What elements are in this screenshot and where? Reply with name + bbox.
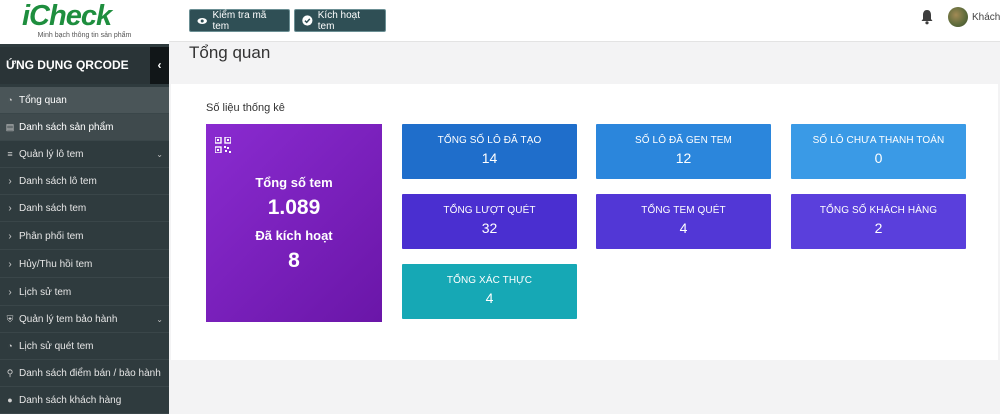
activated-label: Đã kích hoạt — [255, 228, 333, 243]
sidebar-item-danh-sach-san-pham[interactable]: ▤ Danh sách sản phẩm — [0, 114, 169, 141]
sidebar-item-label: Danh sách sản phẩm — [19, 121, 114, 133]
list-icon: ≡ — [7, 149, 13, 159]
sidebar-item-danh-sach-khach-hang[interactable]: ● Danh sách khách hàng — [0, 387, 169, 414]
stat-card-label: TỔNG LƯỢT QUÉT — [443, 205, 536, 216]
collapse-sidebar-button[interactable]: ‹ — [150, 47, 169, 84]
logo-tagline: Minh bạch thông tin sản phẩm — [37, 32, 132, 39]
sidebar-item-phan-phoi-tem[interactable]: › Phân phối tem — [0, 223, 169, 250]
sidebar-item-danh-sach-diem-ban[interactable]: ⚲ Danh sách điểm bán / bảo hành — [0, 360, 169, 387]
stat-card-value: 12 — [675, 150, 692, 166]
stat-card-label: TỔNG SỐ KHÁCH HÀNG — [819, 205, 938, 216]
sidebar-item-label: Lịch sử tem — [19, 286, 72, 298]
user-name[interactable]: Khách — [972, 12, 1000, 23]
check-stamp-button[interactable]: Kiểm tra mã tem — [189, 9, 290, 32]
stat-card-value: 2 — [874, 220, 883, 236]
qrcode-icon — [215, 137, 231, 153]
app-title-bar: ỨNG DỤNG QRCODE ‹ — [0, 47, 169, 84]
sidebar-item-label: Phân phối tem — [19, 230, 84, 242]
shield-icon: ⛨ — [6, 313, 14, 324]
check-stamp-label: Kiểm tra mã tem — [212, 9, 267, 32]
stat-card-tong-luot-quet: TỔNG LƯỢT QUÉT 32 — [402, 194, 577, 249]
stat-card-label: TỔNG XÁC THỰC — [446, 275, 533, 286]
check-circle-icon — [302, 15, 313, 26]
stat-card-tong-tem-quet: TỔNG TEM QUÉT 4 — [596, 194, 771, 249]
sidebar-item-label: Danh sách lô tem — [19, 175, 97, 187]
stat-card-label: SỐ LÔ ĐÃ GEN TEM — [635, 135, 732, 146]
users-icon: ● — [7, 395, 13, 405]
stat-card-tong-xac-thuc: TỔNG XÁC THỰC 4 — [402, 264, 577, 319]
sidebar-item-danh-sach-tem[interactable]: › Danh sách tem — [0, 195, 169, 222]
stat-card-so-lo-gen-tem: SỐ LÔ ĐÃ GEN TEM 12 — [596, 124, 771, 179]
app-title: ỨNG DỤNG QRCODE — [6, 58, 129, 72]
stat-card-so-lo-chua-thanh-toan: SỐ LÔ CHƯA THANH TOÁN 0 — [791, 124, 966, 179]
chevron-right-icon: › — [8, 202, 12, 214]
stat-card-label: TỔNG TEM QUÉT — [641, 205, 726, 216]
chevron-right-icon: › — [8, 175, 12, 187]
chevron-right-icon: › — [8, 258, 12, 270]
map-marker-icon: ⚲ — [6, 367, 14, 378]
activated-value: 8 — [288, 249, 300, 272]
eye-icon — [197, 17, 207, 24]
stats-section-title: Số liệu thống kê — [206, 102, 285, 114]
sidebar-item-label: Lịch sử quét tem — [19, 340, 94, 352]
sidebar-item-label: Danh sách tem — [19, 202, 87, 214]
stat-card-label: TỔNG SỐ LÔ ĐÃ TẠO — [437, 135, 542, 146]
logo[interactable]: iCheck Minh bạch thông tin sản phẩm — [0, 0, 169, 44]
stat-card-value: 4 — [485, 290, 494, 306]
sidebar-item-label: Quản lý tem bảo hành — [19, 313, 118, 325]
chevron-right-icon: › — [8, 230, 12, 242]
history-icon: ◔ — [7, 341, 13, 351]
chevron-down-icon: ⌄ — [156, 314, 163, 324]
stat-card-value: 14 — [481, 150, 498, 166]
sidebar-item-quan-ly-lo-tem[interactable]: ≡ Quản lý lô tem ⌄ — [0, 141, 169, 168]
sidebar-item-label: Danh sách điểm bán / bảo hành — [19, 367, 161, 379]
dashboard-icon: ◔ — [7, 95, 13, 105]
avatar[interactable] — [948, 7, 968, 27]
activate-stamp-label: Kích hoạt tem — [317, 9, 361, 32]
total-stamps-card: Tổng số tem 1.089 Đã kích hoạt 8 — [206, 124, 382, 322]
chevron-right-icon: › — [8, 286, 12, 298]
sidebar-item-tong-quan[interactable]: ◔ Tổng quan — [0, 87, 169, 114]
stat-card-value: 0 — [874, 150, 883, 166]
stat-card-tong-so-khach-hang: TỔNG SỐ KHÁCH HÀNG 2 — [791, 194, 966, 249]
sidebar-item-label: Quản lý lô tem — [19, 148, 84, 160]
sidebar: iCheck Minh bạch thông tin sản phẩm ỨNG … — [0, 0, 169, 414]
stat-card-value: 4 — [679, 220, 688, 236]
stat-card-tong-so-lo: TỔNG SỐ LÔ ĐÃ TẠO 14 — [402, 124, 577, 179]
stat-card-label: SỐ LÔ CHƯA THANH TOÁN — [812, 135, 945, 146]
sidebar-item-label: Danh sách khách hàng — [19, 394, 122, 406]
page-title: Tổng quan — [189, 43, 271, 62]
sidebar-item-label: Hủy/Thu hồi tem — [19, 258, 93, 270]
barcode-icon: ▤ — [5, 121, 15, 132]
sidebar-item-lich-su-tem[interactable]: › Lịch sử tem — [0, 279, 169, 306]
bell-icon[interactable] — [920, 9, 934, 25]
total-stamps-value: 1.089 — [267, 196, 321, 219]
logo-text: iCheck — [22, 0, 112, 32]
stat-card-value: 32 — [481, 220, 498, 236]
sidebar-item-quan-ly-tem-bao-hanh[interactable]: ⛨ Quản lý tem bảo hành ⌄ — [0, 306, 169, 333]
sidebar-item-lich-su-quet-tem[interactable]: ◔ Lịch sử quét tem — [0, 333, 169, 360]
activate-stamp-button[interactable]: Kích hoạt tem — [294, 9, 386, 32]
sidebar-item-danh-sach-lo-tem[interactable]: › Danh sách lô tem — [0, 168, 169, 195]
chevron-down-icon: ⌄ — [156, 149, 163, 159]
sidebar-item-huy-thu-hoi-tem[interactable]: › Hủy/Thu hồi tem — [0, 251, 169, 278]
sidebar-item-label: Tổng quan — [19, 94, 67, 106]
total-stamps-label: Tổng số tem — [255, 175, 333, 190]
